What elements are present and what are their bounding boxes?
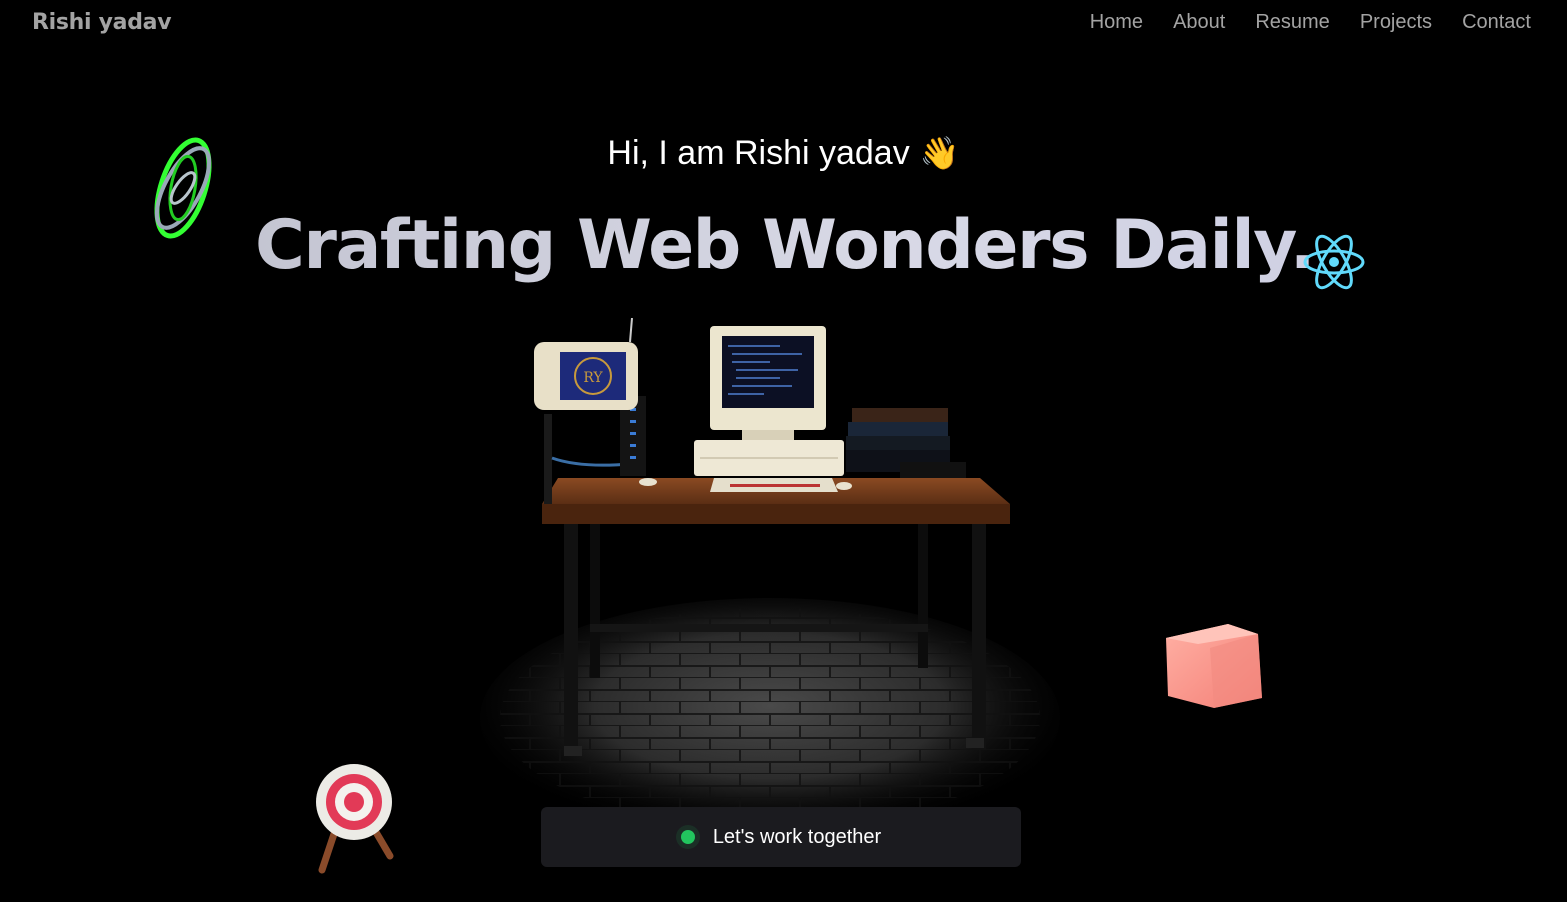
cube-icon <box>1166 624 1262 708</box>
target-icon <box>316 764 394 874</box>
monitor-badge: RY <box>583 370 603 386</box>
wave-emoji: 👋 <box>919 135 960 171</box>
nav-contact[interactable]: Contact <box>1462 11 1531 34</box>
desk-scene: RY <box>480 318 1060 810</box>
nav-home[interactable]: Home <box>1090 11 1143 34</box>
nav-about[interactable]: About <box>1173 11 1225 34</box>
status-dot <box>680 830 695 844</box>
nav-menu: Home About Resume Projects Contact <box>1090 11 1531 34</box>
hero-headline: Crafting Web Wonders Daily. <box>255 206 1316 285</box>
nav-projects[interactable]: Projects <box>1360 11 1432 34</box>
react-icon <box>1303 234 1365 290</box>
logo[interactable]: Rishi yadav <box>32 10 172 35</box>
cta-label: Let's work together <box>712 825 882 848</box>
hero-page: Rishi yadav Home About Resume Projects C… <box>0 0 1567 902</box>
work-together-button[interactable]: Let's work together <box>541 807 1021 867</box>
nav-resume[interactable]: Resume <box>1255 11 1329 34</box>
rings-icon <box>154 137 212 239</box>
hero-greeting: Hi, I am Rishi yadav 👋 <box>0 134 1567 173</box>
greeting-text: Hi, I am Rishi yadav <box>607 134 910 172</box>
